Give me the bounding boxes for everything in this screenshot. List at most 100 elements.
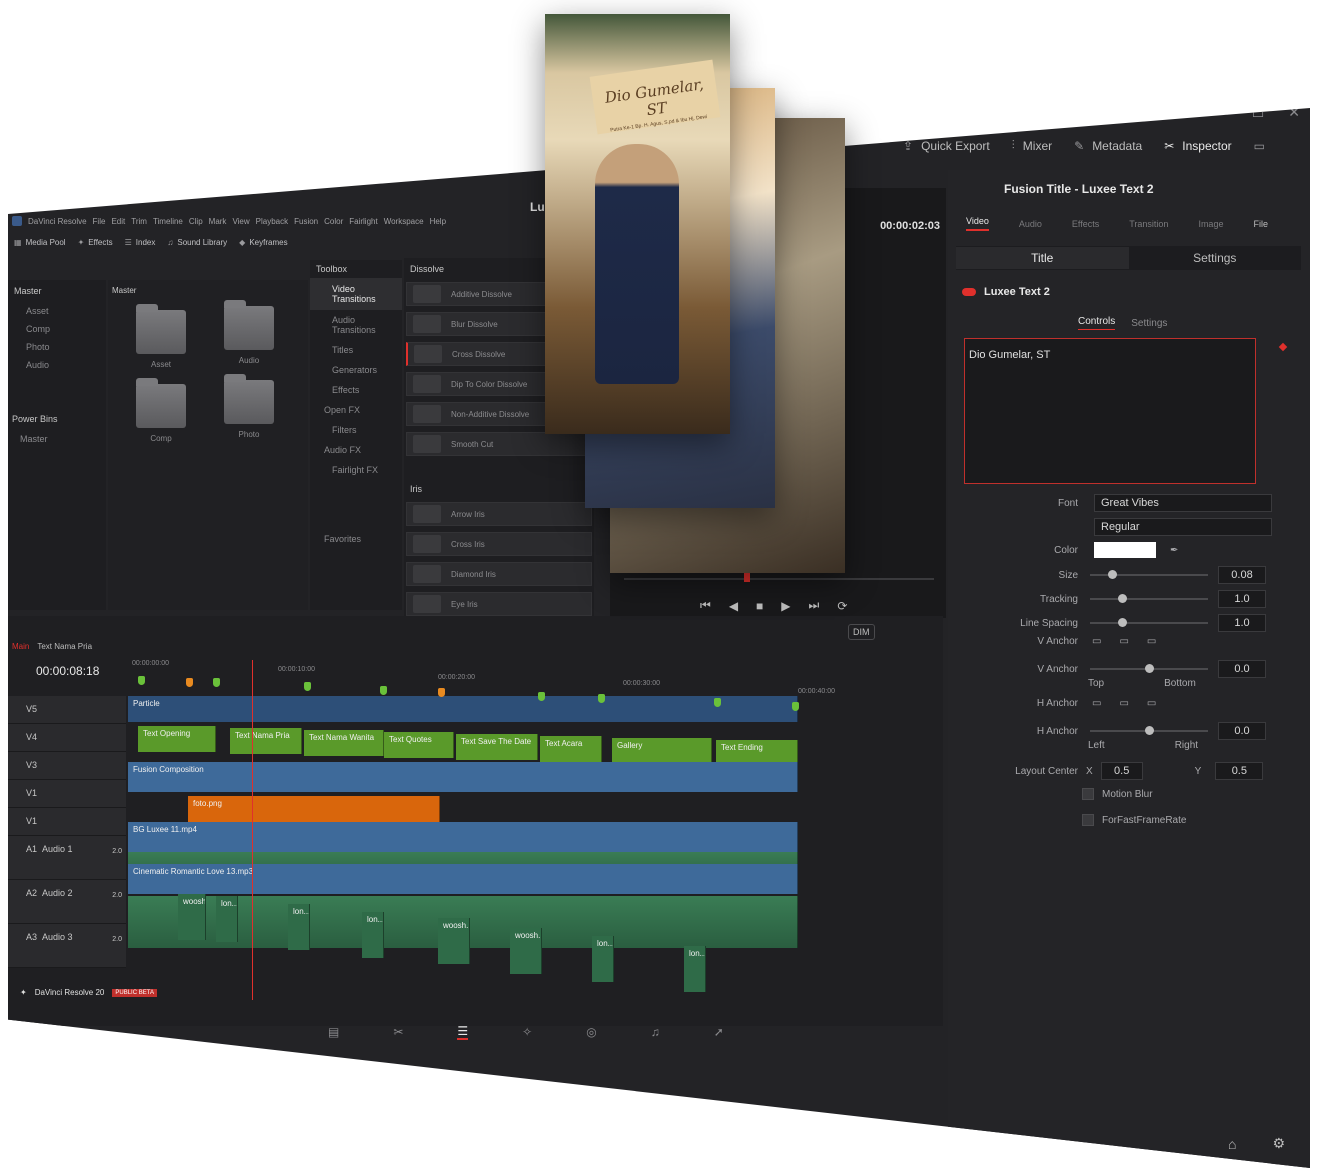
minimize-icon[interactable]: — xyxy=(1214,108,1228,121)
tab-text-nama-pria[interactable]: Text Nama Pria xyxy=(37,642,92,651)
page-fairlight-icon[interactable]: ♫ xyxy=(651,1025,660,1039)
track-a1[interactable]: A1 Audio 1 2.0 xyxy=(8,836,126,880)
track-a2[interactable]: A2 Audio 2 2.0 xyxy=(8,880,126,924)
cat-fairlight-fx[interactable]: Fairlight FX xyxy=(310,460,402,480)
menu-view[interactable]: View xyxy=(232,217,249,226)
menu-fairlight[interactable]: Fairlight xyxy=(349,217,377,226)
keyframe-icon[interactable] xyxy=(1278,342,1288,352)
skip-end-icon[interactable]: ⏭ xyxy=(809,598,820,613)
dim-button[interactable]: DIM xyxy=(848,624,875,640)
viewer-playhead[interactable] xyxy=(744,572,750,582)
index-button[interactable]: ☰ Index xyxy=(125,238,156,247)
media-pool-button[interactable]: ▦ Media Pool xyxy=(14,238,66,247)
slider-knob[interactable] xyxy=(1118,594,1127,603)
motion-blur-checkbox[interactable] xyxy=(1082,788,1094,800)
timeline-marker[interactable] xyxy=(438,688,445,697)
tracking-slider[interactable] xyxy=(1090,594,1208,603)
timeline-playhead[interactable] xyxy=(252,660,253,1000)
toolbox-header[interactable]: Toolbox xyxy=(310,260,402,278)
menu-timeline[interactable]: Timeline xyxy=(153,217,183,226)
slider-knob[interactable] xyxy=(1145,726,1154,735)
page-deliver-icon[interactable]: ➚ xyxy=(714,1025,724,1039)
track-v5[interactable]: V5 xyxy=(8,696,126,724)
menu-workspace[interactable]: Workspace xyxy=(384,217,424,226)
menu-color[interactable]: Color xyxy=(324,217,343,226)
maximize-icon[interactable]: ☐ xyxy=(1252,108,1265,121)
menu-edit[interactable]: Edit xyxy=(111,217,125,226)
slider-knob[interactable] xyxy=(1145,664,1154,673)
bin-master[interactable]: Master xyxy=(8,280,106,302)
center-y-field[interactable]: 0.5 xyxy=(1215,762,1264,780)
timeline-marker[interactable] xyxy=(213,678,220,687)
clip-text-acara[interactable]: Text Acara xyxy=(540,736,602,762)
slider-knob[interactable] xyxy=(1108,570,1117,579)
bin-comp[interactable]: Comp xyxy=(8,320,106,338)
sfx-clip[interactable]: woosh... xyxy=(510,928,542,974)
timeline-marker[interactable] xyxy=(598,694,605,703)
clip-text-save-the-date[interactable]: Text Save The Date xyxy=(456,734,538,760)
sfx-clip[interactable]: woosh... xyxy=(178,894,206,940)
color-swatch[interactable] xyxy=(1094,542,1156,558)
clip-text-opening[interactable]: Text Opening xyxy=(138,726,216,752)
timeline-marker[interactable] xyxy=(714,698,721,707)
track-v4[interactable]: V4 xyxy=(8,724,126,752)
h-anchor-slider[interactable] xyxy=(1090,726,1208,735)
page-edit-icon[interactable]: ☰ xyxy=(457,1024,469,1040)
track-v3[interactable]: V3 xyxy=(8,752,126,780)
power-bin-master[interactable]: Master xyxy=(8,430,106,448)
subtab-settings[interactable]: Settings xyxy=(1129,251,1302,265)
line-spacing-field[interactable]: 1.0 xyxy=(1218,614,1266,632)
fx-smooth-cut[interactable]: Smooth Cut xyxy=(406,432,592,456)
cat-audio-transitions[interactable]: Audio Transitions xyxy=(310,310,402,340)
quick-export-button[interactable]: ⇪ Quick Export xyxy=(903,139,990,153)
folder-audio[interactable]: Audio xyxy=(224,300,274,365)
h-anchor-buttons[interactable]: ▭▭▭ xyxy=(1092,698,1174,709)
skip-start-icon[interactable]: ⏮ xyxy=(700,598,711,613)
tab-inner-settings[interactable]: Settings xyxy=(1131,318,1167,329)
clip-cinematic[interactable]: Cinematic Romantic Love 13.mp3 xyxy=(128,864,798,894)
sfx-clip[interactable]: lon... xyxy=(592,936,614,982)
size-field[interactable]: 0.08 xyxy=(1218,566,1266,584)
display-icon[interactable]: ▭ xyxy=(1254,139,1265,153)
clip-text-nama-pria[interactable]: Text Nama Pria xyxy=(230,728,302,754)
text-input[interactable]: Dio Gumelar, ST xyxy=(964,338,1256,484)
menu-file[interactable]: File xyxy=(93,217,106,226)
cat-effects[interactable]: Effects xyxy=(310,380,402,400)
track-a3[interactable]: A3 Audio 3 2.0 xyxy=(8,924,126,968)
loop-icon[interactable]: ⟳ xyxy=(837,599,847,613)
folder-comp[interactable]: Comp xyxy=(136,378,186,443)
keyframes-button[interactable]: ◆ Keyframes xyxy=(239,238,287,247)
viewer-scrubber[interactable] xyxy=(624,572,934,582)
subtab-title[interactable]: Title xyxy=(956,247,1129,269)
track-v1[interactable]: V1 xyxy=(8,808,126,836)
clip-text-nama-wanita[interactable]: Text Nama Wanita xyxy=(304,730,384,756)
tab-effects[interactable]: Effects xyxy=(1072,219,1099,229)
timeline-ruler[interactable]: 00:00:00:00 00:00:10:00 00:00:20:00 00:0… xyxy=(128,660,938,695)
tab-image[interactable]: Image xyxy=(1198,219,1223,229)
sfx-clip[interactable]: lon... xyxy=(684,946,706,992)
eyedropper-icon[interactable]: ✒ xyxy=(1170,545,1178,556)
menu-fusion[interactable]: Fusion xyxy=(294,217,318,226)
play-reverse-icon[interactable]: ◀ xyxy=(729,599,738,613)
play-icon[interactable]: ▶ xyxy=(781,599,790,613)
page-fusion-icon[interactable]: ✧ xyxy=(522,1025,532,1039)
inspector-button[interactable]: ✂ Inspector xyxy=(1164,139,1231,153)
slider-knob[interactable] xyxy=(1118,618,1127,627)
clip-text-quotes[interactable]: Text Quotes xyxy=(384,732,454,758)
page-color-icon[interactable]: ◎ xyxy=(586,1025,596,1039)
h-anchor-field[interactable]: 0.0 xyxy=(1218,722,1266,740)
metadata-button[interactable]: ✎ Metadata xyxy=(1074,139,1142,153)
sound-library-button[interactable]: ♫ Sound Library xyxy=(167,238,227,247)
menu-playback[interactable]: Playback xyxy=(256,217,288,226)
menu-trim[interactable]: Trim xyxy=(131,217,147,226)
clip-particle[interactable]: Particle xyxy=(128,696,798,722)
size-slider[interactable] xyxy=(1090,570,1208,579)
tab-transition[interactable]: Transition xyxy=(1129,219,1168,229)
cat-audio-fx[interactable]: Audio FX xyxy=(310,440,402,460)
page-media-icon[interactable]: ▤ xyxy=(328,1025,339,1039)
track-v2[interactable]: V1 xyxy=(8,780,126,808)
cat-filters[interactable]: Filters xyxy=(310,420,402,440)
bin-photo[interactable]: Photo xyxy=(8,338,106,356)
timeline-marker[interactable] xyxy=(380,686,387,695)
cat-titles[interactable]: Titles xyxy=(310,340,402,360)
